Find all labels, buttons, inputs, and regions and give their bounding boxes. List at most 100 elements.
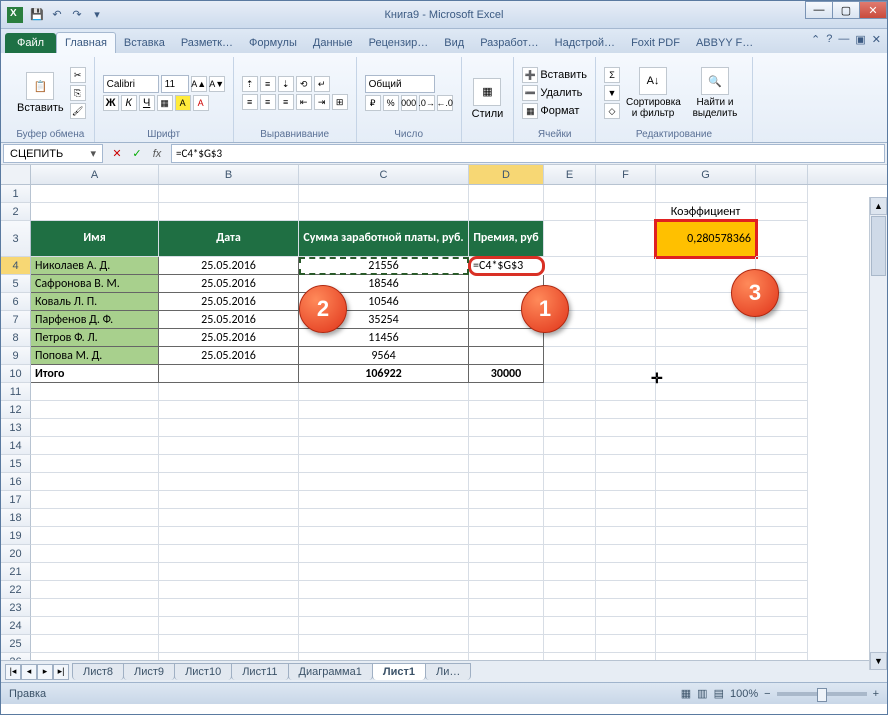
tab-foxit[interactable]: Foxit PDF bbox=[623, 33, 688, 53]
cell[interactable] bbox=[756, 527, 808, 545]
cell[interactable] bbox=[544, 545, 596, 563]
cell[interactable] bbox=[596, 545, 656, 563]
coef-value-cell[interactable]: 0,280578366 bbox=[656, 221, 756, 257]
cell[interactable] bbox=[469, 455, 544, 473]
total-label[interactable]: Итого bbox=[31, 365, 159, 383]
file-tab[interactable]: Файл bbox=[5, 33, 56, 53]
cell[interactable] bbox=[31, 581, 159, 599]
undo-icon[interactable]: ↶ bbox=[49, 7, 65, 23]
row-header[interactable]: 5 bbox=[1, 275, 31, 293]
cell[interactable] bbox=[656, 419, 756, 437]
row-header[interactable]: 17 bbox=[1, 491, 31, 509]
cell[interactable] bbox=[596, 419, 656, 437]
col-header-C[interactable]: C bbox=[299, 165, 469, 184]
cell[interactable] bbox=[469, 473, 544, 491]
cell[interactable] bbox=[596, 617, 656, 635]
total-salary[interactable]: 106922 bbox=[299, 365, 469, 383]
cell[interactable] bbox=[159, 185, 299, 203]
cell[interactable] bbox=[159, 203, 299, 221]
row-header[interactable]: 7 bbox=[1, 311, 31, 329]
indent-decrease-icon[interactable]: ⇤ bbox=[296, 94, 312, 110]
table-header-date[interactable]: Дата bbox=[159, 221, 299, 257]
cell[interactable] bbox=[469, 383, 544, 401]
cell[interactable] bbox=[299, 509, 469, 527]
cell[interactable] bbox=[544, 527, 596, 545]
accept-formula-icon[interactable]: ✓ bbox=[129, 147, 145, 160]
grow-font-icon[interactable]: A▲ bbox=[191, 76, 207, 92]
row-header[interactable]: 26 bbox=[1, 653, 31, 660]
cell[interactable] bbox=[656, 581, 756, 599]
qat-more-icon[interactable]: ▾ bbox=[89, 7, 105, 23]
cell[interactable] bbox=[756, 221, 808, 257]
cell-date[interactable]: 25.05.2016 bbox=[159, 257, 299, 275]
tab-data[interactable]: Данные bbox=[305, 33, 361, 53]
cell[interactable] bbox=[656, 617, 756, 635]
cell[interactable] bbox=[756, 653, 808, 660]
cell[interactable] bbox=[159, 545, 299, 563]
cell[interactable] bbox=[596, 293, 656, 311]
cell[interactable] bbox=[656, 383, 756, 401]
cell[interactable] bbox=[756, 545, 808, 563]
cell[interactable] bbox=[756, 437, 808, 455]
cell[interactable] bbox=[756, 599, 808, 617]
cell[interactable] bbox=[299, 437, 469, 455]
row-header[interactable]: 13 bbox=[1, 419, 31, 437]
grid-body[interactable]: 1 2 Коэффициент 3 Имя Дата Сумма заработ… bbox=[1, 185, 887, 660]
orientation-icon[interactable]: ⟲ bbox=[296, 76, 312, 92]
cell[interactable] bbox=[656, 329, 756, 347]
cell[interactable] bbox=[544, 563, 596, 581]
cell[interactable] bbox=[544, 365, 596, 383]
zoom-out-icon[interactable]: − bbox=[764, 688, 770, 700]
cell[interactable] bbox=[31, 437, 159, 455]
row-header[interactable]: 15 bbox=[1, 455, 31, 473]
format-painter-icon[interactable]: 🖌 bbox=[70, 103, 86, 119]
total-bonus[interactable]: 30000 bbox=[469, 365, 544, 383]
cell[interactable] bbox=[756, 419, 808, 437]
cell[interactable] bbox=[159, 455, 299, 473]
cell[interactable] bbox=[31, 527, 159, 545]
cell[interactable] bbox=[756, 473, 808, 491]
ribbon-minimize-icon[interactable]: ⌃ bbox=[811, 33, 820, 46]
paste-button[interactable]: 📋 Вставить bbox=[15, 70, 66, 116]
cell[interactable] bbox=[544, 203, 596, 221]
scroll-up-icon[interactable]: ▲ bbox=[870, 197, 887, 215]
cell[interactable] bbox=[469, 581, 544, 599]
col-header-A[interactable]: A bbox=[31, 165, 159, 184]
cell[interactable] bbox=[656, 599, 756, 617]
cell[interactable] bbox=[756, 401, 808, 419]
cell[interactable] bbox=[159, 599, 299, 617]
cell[interactable] bbox=[656, 527, 756, 545]
cell[interactable] bbox=[596, 185, 656, 203]
cell[interactable] bbox=[31, 617, 159, 635]
cell[interactable] bbox=[469, 653, 544, 660]
align-top-icon[interactable]: ⇡ bbox=[242, 76, 258, 92]
cell[interactable] bbox=[31, 455, 159, 473]
cell[interactable] bbox=[31, 563, 159, 581]
cell[interactable] bbox=[756, 365, 808, 383]
cell[interactable] bbox=[159, 617, 299, 635]
cell[interactable] bbox=[756, 347, 808, 365]
cell[interactable] bbox=[299, 491, 469, 509]
cell[interactable] bbox=[656, 401, 756, 419]
cell[interactable] bbox=[656, 509, 756, 527]
cell[interactable] bbox=[159, 365, 299, 383]
cell[interactable] bbox=[159, 653, 299, 660]
cancel-formula-icon[interactable]: ✕ bbox=[109, 147, 125, 160]
row-header[interactable]: 16 bbox=[1, 473, 31, 491]
view-normal-icon[interactable]: ▦ bbox=[681, 687, 691, 700]
col-header-G[interactable]: G bbox=[656, 165, 756, 184]
cell[interactable] bbox=[299, 653, 469, 660]
redo-icon[interactable]: ↷ bbox=[69, 7, 85, 23]
sort-filter-button[interactable]: A↓ Сортировка и фильтр bbox=[624, 65, 682, 121]
scroll-thumb[interactable] bbox=[871, 216, 886, 276]
cell[interactable] bbox=[656, 437, 756, 455]
cell[interactable] bbox=[31, 203, 159, 221]
cell[interactable] bbox=[656, 365, 756, 383]
col-header-F[interactable]: F bbox=[596, 165, 656, 184]
insert-cells-icon[interactable]: ➕ bbox=[522, 67, 538, 83]
cell[interactable] bbox=[544, 635, 596, 653]
row-header[interactable]: 3 bbox=[1, 221, 31, 257]
row-header[interactable]: 24 bbox=[1, 617, 31, 635]
cell[interactable] bbox=[31, 185, 159, 203]
cell[interactable] bbox=[31, 491, 159, 509]
